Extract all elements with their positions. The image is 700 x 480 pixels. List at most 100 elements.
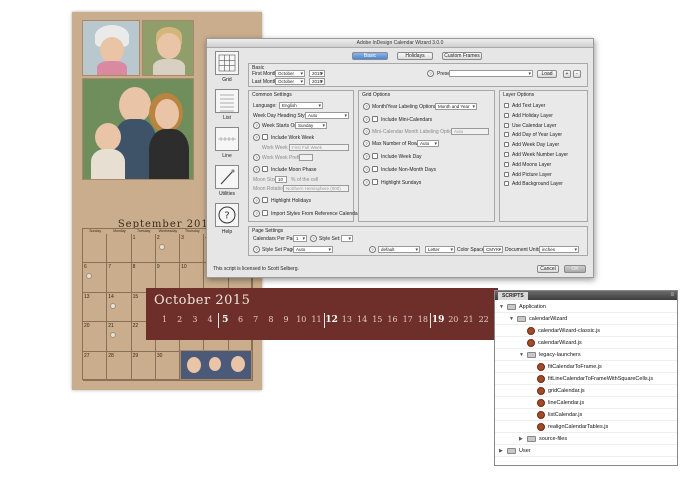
month-year-select[interactable]: Month and Year <box>435 103 477 110</box>
include-mini-checkbox[interactable] <box>372 116 378 122</box>
highlight-holidays-checkbox[interactable] <box>262 197 268 203</box>
script-row[interactable]: fitLineCalendarToFrameWithSquareCells.js <box>495 374 677 385</box>
script-row[interactable]: calendarWizard.js <box>495 338 677 349</box>
include-week-day-checkbox[interactable] <box>372 153 378 159</box>
include-work-week-checkbox[interactable] <box>262 134 268 140</box>
include-non-month-label: Include Non-Month Days <box>381 167 437 173</box>
style-set-page-select[interactable]: Auto <box>293 246 333 253</box>
week-start-info-icon[interactable]: ? <box>253 122 260 129</box>
language-select[interactable]: English <box>279 102 323 109</box>
help-button[interactable]: ? <box>215 203 239 227</box>
non-month-info-icon[interactable]: ? <box>363 166 370 173</box>
first-year-select[interactable]: 2015 <box>309 70 325 77</box>
folder-row[interactable]: ▶ source-files <box>495 434 677 445</box>
include-moon-checkbox[interactable] <box>262 166 268 172</box>
layer-checkbox[interactable] <box>504 103 509 108</box>
week-starts-select[interactable]: Sunday <box>295 122 327 129</box>
script-row[interactable]: gridCalendar.js <box>495 386 677 397</box>
preset-info-icon[interactable]: ? <box>427 70 434 77</box>
mini-info-icon[interactable]: ? <box>363 116 370 123</box>
script-row[interactable]: fitCalendarToFrame.js <box>495 362 677 373</box>
max-rows-select[interactable]: Auto <box>417 140 439 147</box>
holidays-info-icon[interactable]: ? <box>253 197 260 204</box>
banner-day: 3 <box>192 315 198 324</box>
list-layout-button[interactable] <box>215 89 239 113</box>
script-row[interactable]: listCalendar.js <box>495 410 677 421</box>
day-number: 6 <box>84 264 87 271</box>
per-page-select[interactable]: 1 <box>293 235 307 242</box>
folder-row[interactable]: ▶ User <box>495 446 677 457</box>
highlight-sundays-checkbox[interactable] <box>372 179 378 185</box>
color-space-select[interactable]: CMYK <box>483 246 503 253</box>
import-styles-checkbox[interactable] <box>262 210 268 216</box>
folder-row[interactable]: ▼ legacy-launchers <box>495 350 677 361</box>
work-week-prefix-input[interactable] <box>299 154 313 161</box>
disclosure-open-icon[interactable]: ▼ <box>509 316 514 322</box>
layer-checkbox[interactable] <box>504 132 509 138</box>
folder-icon <box>527 436 536 442</box>
work-week-select[interactable]: First Full Week <box>289 144 349 151</box>
script-row[interactable]: lineCalendar.js <box>495 398 677 409</box>
ok-button[interactable]: OK <box>564 265 586 273</box>
layer-checkbox[interactable] <box>504 142 509 148</box>
tab-custom-frames[interactable]: Custom Frames <box>442 52 482 60</box>
cancel-button[interactable]: Cancel <box>537 265 559 273</box>
banner-day: 5 <box>222 315 229 325</box>
moon-size-input[interactable]: 10 <box>275 176 287 183</box>
import-styles-label: Import Styles From Reference Calendar <box>271 211 360 217</box>
panel-menu-icon[interactable]: ≡ <box>670 292 674 298</box>
include-non-month-checkbox[interactable] <box>372 166 378 172</box>
style-set-select[interactable] <box>341 235 353 242</box>
preset-select[interactable] <box>449 70 533 77</box>
script-row[interactable]: calendarWizard-classic.js <box>495 326 677 337</box>
layer-checkbox[interactable] <box>504 171 509 177</box>
folder-row[interactable]: ▼ calendarWizard <box>495 314 677 325</box>
work-week-info-icon[interactable]: ? <box>253 134 260 141</box>
disclosure-closed-icon[interactable]: ▶ <box>519 436 523 442</box>
first-month-select[interactable]: October <box>275 70 305 77</box>
max-rows-info-icon[interactable]: ? <box>363 140 370 147</box>
highlight-holidays-label: Highlight Holidays <box>271 198 312 204</box>
mini-label-info-icon[interactable]: ? <box>363 128 370 135</box>
month-year-info-icon[interactable]: ? <box>363 103 370 110</box>
prefix-info-icon[interactable]: ? <box>253 154 260 161</box>
add-preset-button[interactable]: + <box>563 70 571 78</box>
folder-icon <box>527 352 536 358</box>
folder-row[interactable]: ▼ Application <box>495 302 677 313</box>
tab-basic[interactable]: Basic <box>352 52 388 60</box>
sundays-info-icon[interactable]: ? <box>363 179 370 186</box>
layer-checkbox[interactable] <box>504 161 509 167</box>
grid-layout-button[interactable] <box>215 51 239 75</box>
week-day-info-icon[interactable]: ? <box>363 153 370 160</box>
script-icon <box>537 363 545 371</box>
disclosure-open-icon[interactable]: ▼ <box>519 352 524 358</box>
doc-info-icon[interactable]: ? <box>369 246 376 253</box>
line-layout-button[interactable] <box>215 127 239 151</box>
moon-info-icon[interactable]: ? <box>253 166 260 173</box>
weekday-style-select[interactable]: Auto <box>305 112 349 119</box>
page-size-select[interactable]: Letter <box>425 246 455 253</box>
last-month-select[interactable]: October <box>275 78 305 85</box>
remove-preset-button[interactable]: - <box>573 70 581 78</box>
disclosure-closed-icon[interactable]: ▶ <box>499 448 503 454</box>
disclosure-open-icon[interactable]: ▼ <box>499 304 504 310</box>
layer-checkbox[interactable] <box>504 112 509 118</box>
layer-checkbox[interactable] <box>504 181 509 187</box>
last-year-select[interactable]: 2015 <box>309 78 325 85</box>
document-preset-select[interactable]: default <box>378 246 420 253</box>
script-row[interactable]: realignCalendarTables.js <box>495 422 677 433</box>
layer-checkbox[interactable] <box>504 122 509 128</box>
scripts-tab[interactable]: SCRIPTS <box>498 292 528 300</box>
day-number: 27 <box>84 352 90 359</box>
style-page-info-icon[interactable]: ? <box>253 246 260 253</box>
load-button[interactable]: Load <box>537 70 557 78</box>
layer-option-label: Use Calendar Layer <box>512 122 557 129</box>
moon-rotation-select[interactable]: Northern Hemisphere (000) <box>283 185 349 192</box>
tab-holidays[interactable]: Holidays <box>397 52 433 60</box>
mini-label-select[interactable]: Auto <box>451 128 489 135</box>
layer-checkbox[interactable] <box>504 152 509 157</box>
import-info-icon[interactable]: ? <box>253 210 260 217</box>
utilities-button[interactable] <box>215 165 239 189</box>
style-set-info-icon[interactable]: ? <box>310 235 317 242</box>
document-units-select[interactable]: inches <box>539 246 579 253</box>
